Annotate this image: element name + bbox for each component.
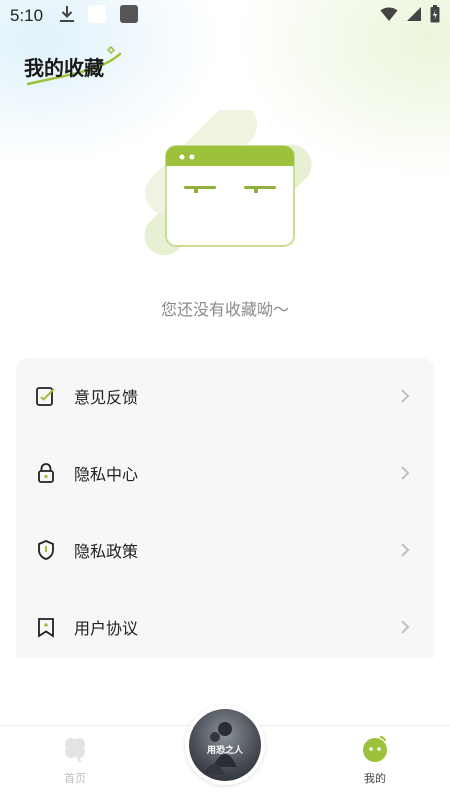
center-book-cover-button[interactable]: 用恐之人 (185, 705, 265, 785)
feedback-edit-icon (34, 384, 58, 408)
page-title: 我的收藏 (24, 56, 104, 80)
menu-item-label: 意见反馈 (74, 388, 139, 407)
signal-icon (406, 6, 422, 26)
empty-state-message: 您还没有收藏呦～ (160, 300, 289, 319)
nav-home-label: 首页 (64, 772, 86, 785)
chevron-right-icon (400, 465, 410, 481)
menu-item-feedback[interactable]: 意见反馈 (16, 366, 434, 426)
app-square-icon (119, 4, 139, 28)
menu-item-label: 隐私政策 (74, 542, 139, 561)
book-cover-title: 用恐之人 (206, 744, 244, 756)
clover-icon (60, 738, 90, 768)
smiley-face-icon (360, 736, 390, 768)
nav-tab-mine[interactable]: 我的 (340, 734, 410, 786)
wifi-icon (380, 6, 398, 26)
menu-item-label: 用户协议 (74, 619, 139, 638)
download-icon (59, 5, 75, 27)
page-title-wrap: 我的收藏 (24, 46, 122, 86)
chevron-right-icon (400, 542, 410, 558)
status-time: 5:10 (10, 6, 44, 25)
nav-mine-label: 我的 (364, 772, 386, 785)
menu-item-privacy-policy[interactable]: 隐私政策 (16, 520, 434, 580)
nav-tab-home[interactable]: 首页 (40, 734, 110, 786)
menu-item-label: 隐私中心 (74, 465, 139, 484)
battery-icon (430, 5, 440, 27)
shield-icon (34, 538, 58, 562)
menu-card: 意见反馈 隐私中心 隐私政策 用户协议 (16, 358, 434, 658)
bookmark-icon (34, 615, 58, 639)
chevron-right-icon (400, 619, 410, 635)
book-cover-image: 用恐之人 (189, 709, 261, 781)
menu-item-user-agreement[interactable]: 用户协议 (16, 597, 434, 657)
notification-blank-icon (87, 4, 107, 28)
chevron-right-icon (400, 388, 410, 404)
lock-icon (34, 461, 58, 485)
empty-state-illustration (128, 103, 328, 294)
menu-item-privacy-center[interactable]: 隐私中心 (16, 443, 434, 503)
status-bar: 5:10 (0, 0, 450, 32)
